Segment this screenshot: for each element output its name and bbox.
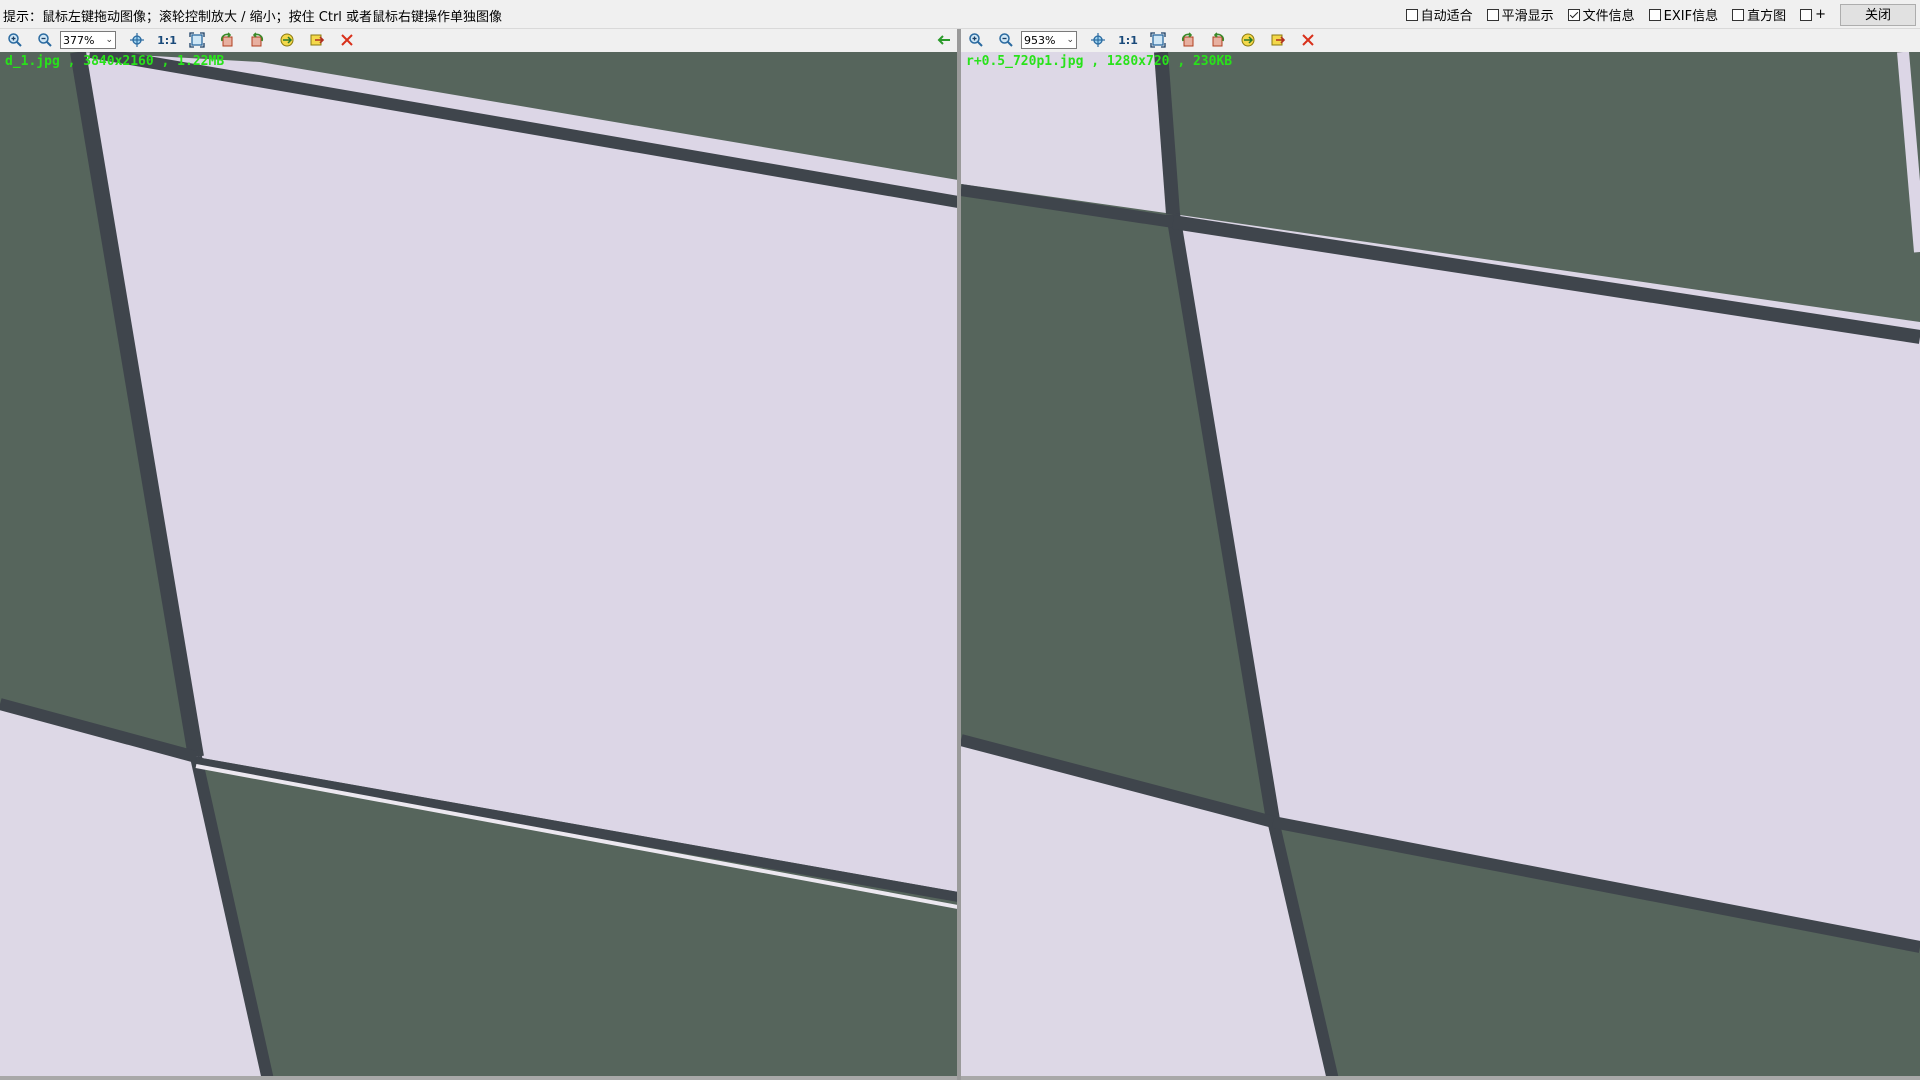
rotate-right-icon[interactable] xyxy=(1207,29,1229,51)
close-image-icon[interactable] xyxy=(336,29,358,51)
zoom-value: 953% xyxy=(1024,33,1056,47)
exif-info-label: EXIF信息 xyxy=(1663,9,1719,24)
zoom-in-icon[interactable] xyxy=(4,29,26,51)
option-smooth-display[interactable]: 平滑显示 xyxy=(1486,5,1554,24)
zoom-select[interactable]: 377% ⌄ xyxy=(60,31,116,49)
histogram-label: 直方图 xyxy=(1747,9,1787,24)
left-toolbar: 377% ⌄ 1:1 xyxy=(0,29,958,51)
rotate-right-icon[interactable] xyxy=(246,29,268,51)
hint-text: 提示：鼠标左键拖动图像；滚轮控制放大 / 缩小；按住 Ctrl 或者鼠标右键操作… xyxy=(3,10,503,25)
auto-fit-checkbox[interactable] xyxy=(1405,8,1418,21)
right-toolbar: 953% ⌄ 1:1 xyxy=(961,29,1920,51)
arrow-left-icon[interactable] xyxy=(934,29,954,51)
plus-checkbox[interactable] xyxy=(1800,8,1813,21)
smooth-display-label: 平滑显示 xyxy=(1501,9,1554,24)
left-image-viewport[interactable]: d_1.jpg , 3840x2160 , 1.22MB xyxy=(0,52,958,1080)
zoom-out-icon[interactable] xyxy=(34,29,56,51)
exif-info-checkbox[interactable] xyxy=(1648,8,1661,21)
option-plus[interactable]: + xyxy=(1800,7,1826,22)
zoom-in-icon[interactable] xyxy=(965,29,987,51)
left-image-panel: 377% ⌄ 1:1 d_1.jpg , 3840x2160 , 1.22MB xyxy=(0,29,958,1080)
close-image-icon[interactable] xyxy=(1297,29,1319,51)
rotate-left-icon[interactable] xyxy=(216,29,238,51)
option-exif-info[interactable]: EXIF信息 xyxy=(1648,5,1719,24)
smooth-display-checkbox[interactable] xyxy=(1486,8,1499,21)
file-info-label: 文件信息 xyxy=(1582,9,1635,24)
flip-icon[interactable] xyxy=(276,29,298,51)
option-histogram[interactable]: 直方图 xyxy=(1732,5,1786,24)
flip-icon[interactable] xyxy=(1237,29,1259,51)
actual-size-button[interactable]: 1:1 xyxy=(156,29,178,51)
chevron-down-icon: ⌄ xyxy=(105,35,113,45)
fit-center-icon[interactable] xyxy=(1087,29,1109,51)
plus-label: + xyxy=(1815,7,1826,22)
left-image xyxy=(0,52,958,1080)
file-info-text: d_1.jpg , 3840x2160 , 1.22MB xyxy=(5,54,225,69)
rotate-left-icon[interactable] xyxy=(1177,29,1199,51)
right-image-panel: 953% ⌄ 1:1 r+0.5_720p1.jpg , 1280x720 , … xyxy=(961,29,1920,1080)
file-info-text: r+0.5_720p1.jpg , 1280x720 , 230KB xyxy=(966,54,1233,69)
histogram-checkbox[interactable] xyxy=(1732,8,1745,21)
actual-size-button[interactable]: 1:1 xyxy=(1117,29,1139,51)
options-bar: 自动适合 平滑显示 文件信息 EXIF信息 直方图 + 关闭 xyxy=(1405,0,1920,29)
fit-window-icon[interactable] xyxy=(186,29,208,51)
option-auto-fit[interactable]: 自动适合 xyxy=(1405,5,1473,24)
next-image-icon[interactable] xyxy=(306,29,328,51)
option-file-info[interactable]: 文件信息 xyxy=(1567,5,1635,24)
file-info-checkbox[interactable] xyxy=(1567,8,1580,21)
top-bar: 提示：鼠标左键拖动图像；滚轮控制放大 / 缩小；按住 Ctrl 或者鼠标右键操作… xyxy=(0,0,1920,29)
close-button[interactable]: 关闭 xyxy=(1840,3,1916,26)
fit-center-icon[interactable] xyxy=(126,29,148,51)
zoom-select[interactable]: 953% ⌄ xyxy=(1021,31,1077,49)
auto-fit-label: 自动适合 xyxy=(1420,9,1473,24)
fit-window-icon[interactable] xyxy=(1147,29,1169,51)
right-image xyxy=(961,52,1920,1080)
horizontal-scrollbar[interactable] xyxy=(961,1076,1920,1080)
next-image-icon[interactable] xyxy=(1267,29,1289,51)
zoom-out-icon[interactable] xyxy=(995,29,1017,51)
horizontal-scrollbar[interactable] xyxy=(0,1076,958,1080)
zoom-value: 377% xyxy=(63,33,95,47)
right-image-viewport[interactable]: r+0.5_720p1.jpg , 1280x720 , 230KB xyxy=(961,52,1920,1080)
chevron-down-icon: ⌄ xyxy=(1066,35,1074,45)
